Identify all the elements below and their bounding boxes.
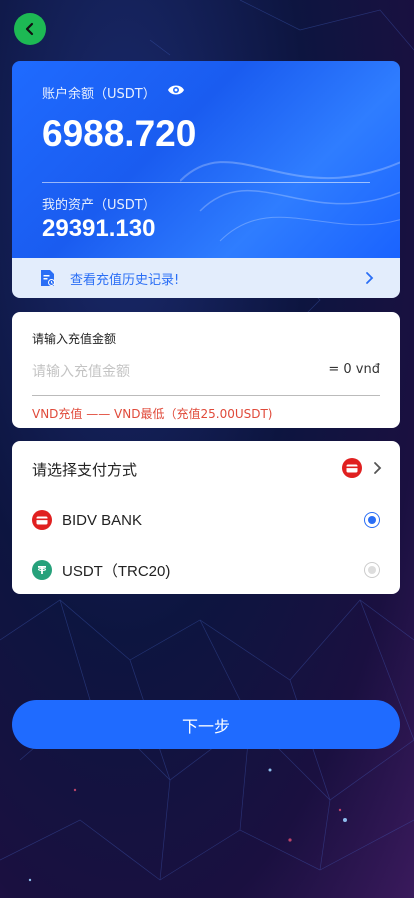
payment-method-header: 请选择支付方式 [32, 461, 138, 479]
amount-title: 请输入充值金额 [32, 332, 117, 346]
amount-underline [32, 395, 380, 396]
amount-card: 请输入充值金额 = 0 vnđ VND充值 —— VND最低（充值25.00US… [12, 312, 400, 428]
card-wave-decoration [180, 161, 400, 242]
radio-unselected[interactable] [364, 562, 380, 578]
assets-label: 我的资产（USDT） [42, 198, 156, 213]
next-step-button[interactable]: 下一步 [12, 700, 400, 749]
card-icon[interactable] [342, 458, 362, 478]
payment-method-card: 请选择支付方式 BIDV BANK USDT（TRC20) [12, 441, 400, 594]
payment-option-label: USDT（TRC20) [62, 562, 171, 580]
amount-note: VND充值 —— VND最低（充值25.00USDT) [32, 407, 273, 421]
vnd-conversion: = 0 vnđ [328, 362, 380, 377]
balance-divider [42, 182, 370, 183]
tether-icon [32, 560, 52, 580]
card-icon [32, 510, 52, 530]
back-button[interactable] [14, 13, 46, 45]
chevron-left-icon [25, 22, 34, 36]
document-history-icon [41, 270, 55, 286]
payment-option-usdt[interactable]: USDT（TRC20) [32, 558, 380, 582]
balance-label: 账户余额（USDT） [42, 87, 156, 102]
payment-option-label: BIDV BANK [62, 511, 143, 529]
chevron-right-icon[interactable] [372, 461, 382, 475]
recharge-history-link[interactable]: 查看充值历史记录! [12, 258, 400, 298]
chevron-right-icon [366, 272, 374, 284]
amount-input[interactable] [32, 360, 292, 384]
radio-selected[interactable] [364, 512, 380, 528]
eye-icon[interactable] [167, 83, 185, 97]
assets-value: 29391.130 [42, 215, 156, 242]
balance-value: 6988.720 [42, 113, 197, 154]
payment-option-bidv[interactable]: BIDV BANK [32, 508, 380, 532]
balance-card: 账户余额（USDT） 6988.720 我的资产（USDT） 29391.130 [12, 61, 400, 258]
history-label: 查看充值历史记录! [70, 272, 180, 288]
